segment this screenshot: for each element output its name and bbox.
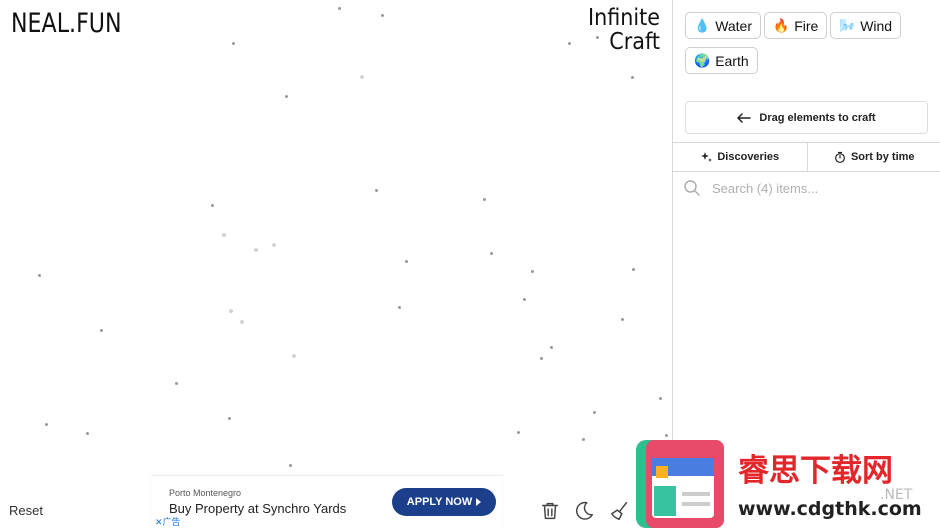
watermark-text-cn: 睿思下载网 xyxy=(738,453,893,489)
ad-close[interactable]: ✕广告 xyxy=(155,515,181,528)
ad-apply-button[interactable]: APPLY NOW xyxy=(392,488,496,516)
star-dot xyxy=(517,431,520,434)
star-dot xyxy=(254,248,258,252)
logo-line-1: Infinite xyxy=(588,5,660,31)
tab-discoveries[interactable]: Discoveries xyxy=(673,143,807,171)
element-earth[interactable]: 🌍 Earth xyxy=(685,47,758,74)
trash-icon[interactable] xyxy=(539,500,561,522)
element-wind[interactable]: 🌬️ Wind xyxy=(830,12,902,39)
element-label: Water xyxy=(715,17,753,34)
tab-sort-label: Sort by time xyxy=(850,151,915,163)
neal-fun-logo[interactable]: NEAL.FUN xyxy=(11,8,122,39)
sidebar-tabs: Discoveries Sort by time xyxy=(673,142,940,172)
ad-sponsor: Porto Montenegro xyxy=(169,488,242,498)
star-dot xyxy=(631,76,634,79)
star-dot xyxy=(540,357,543,360)
ad-label: 广告 xyxy=(162,517,181,527)
close-icon[interactable]: ✕ xyxy=(155,517,163,527)
moon-icon[interactable] xyxy=(573,500,595,522)
tab-discoveries-label: Discoveries xyxy=(717,151,780,163)
earth-globe-icon: 🌍 xyxy=(694,52,711,68)
star-dot xyxy=(398,306,401,309)
star-dot xyxy=(289,464,292,467)
watermark-url: www.cdgthk.com xyxy=(738,498,922,520)
broom-icon[interactable] xyxy=(609,500,631,522)
drag-hint-text: Drag elements to craft xyxy=(759,111,876,124)
play-icon xyxy=(476,498,482,506)
star-dot xyxy=(272,243,276,247)
sparkle-icon xyxy=(701,152,713,162)
star-dot xyxy=(86,432,89,435)
watermark-logo-square xyxy=(656,466,668,478)
element-label: Wind xyxy=(860,17,893,34)
watermark-logo-line xyxy=(682,502,710,506)
star-dot xyxy=(240,320,244,324)
element-label: Earth xyxy=(715,52,749,69)
star-dot xyxy=(292,354,296,358)
star-dot xyxy=(490,252,493,255)
star-dot xyxy=(621,318,624,321)
star-dot xyxy=(175,382,178,385)
star-dot xyxy=(550,346,553,349)
star-dot xyxy=(285,95,288,98)
drag-hint: Drag elements to craft xyxy=(685,101,928,134)
star-dot xyxy=(593,411,596,414)
star-dot xyxy=(531,270,534,273)
star-dot xyxy=(582,438,585,441)
ad-headline[interactable]: Buy Property at Synchro Yards xyxy=(169,501,346,516)
star-dot xyxy=(211,204,214,207)
star-dot xyxy=(360,75,364,79)
star-dot xyxy=(38,274,41,277)
star-dot xyxy=(523,298,526,301)
star-dot xyxy=(375,189,378,192)
star-dot xyxy=(228,417,231,420)
star-dot xyxy=(45,423,48,426)
star-dot xyxy=(100,329,103,332)
fire-icon: 🔥 xyxy=(773,17,790,33)
search-input[interactable] xyxy=(710,179,914,197)
ad-apply-label: APPLY NOW xyxy=(406,496,473,508)
star-dot xyxy=(568,42,571,45)
arrow-left-icon xyxy=(737,112,752,123)
watermark-logo-line xyxy=(682,492,710,496)
search-bar[interactable] xyxy=(683,178,933,198)
element-water[interactable]: 💧 Water xyxy=(685,12,762,39)
timer-icon xyxy=(835,151,845,163)
star-dot xyxy=(222,233,226,237)
reset-button[interactable]: Reset xyxy=(9,503,43,518)
logo-line-2: Craft xyxy=(609,29,660,55)
site-watermark: 睿思下载网 .NET www.cdgthk.com xyxy=(636,440,922,528)
ad-banner[interactable]: Porto Montenegro Buy Property at Synchro… xyxy=(152,475,503,528)
water-drop-icon: 💧 xyxy=(694,17,711,33)
star-dot xyxy=(381,14,384,17)
star-dot xyxy=(232,42,235,45)
wind-icon: 🌬️ xyxy=(839,17,856,33)
infinite-craft-logo: Infinite Craft xyxy=(588,6,660,54)
craft-canvas[interactable]: NEAL.FUN Infinite Craft Reset Porto Mont… xyxy=(0,0,672,528)
search-icon xyxy=(684,180,700,196)
element-label: Fire xyxy=(794,17,819,34)
star-dot xyxy=(659,397,662,400)
star-dot xyxy=(405,260,408,263)
star-dot xyxy=(229,309,233,313)
star-dot xyxy=(483,198,486,201)
star-dot xyxy=(338,7,341,10)
element-fire[interactable]: 🔥 Fire xyxy=(764,12,828,39)
star-dot xyxy=(632,268,635,271)
tab-sort[interactable]: Sort by time xyxy=(806,143,940,171)
watermark-logo-block xyxy=(654,486,676,516)
